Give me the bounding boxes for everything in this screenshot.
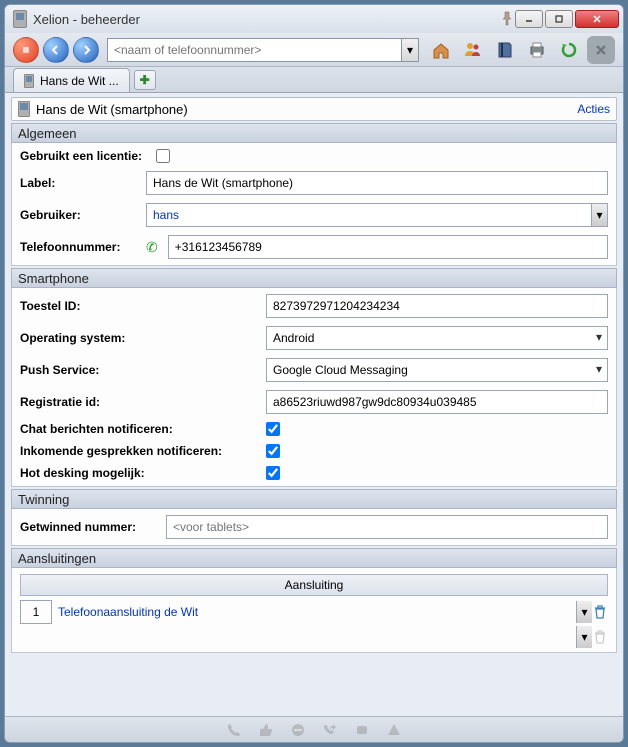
- push-label: Push Service:: [20, 363, 260, 377]
- record-icon: [354, 722, 370, 738]
- section-twinning-header: Twinning: [11, 489, 617, 509]
- minus-circle-icon: [290, 722, 306, 738]
- table-row-empty: ▾: [20, 628, 608, 646]
- aansluiting-column-header: Aansluiting: [20, 574, 608, 596]
- toolbar: ▾: [5, 33, 623, 67]
- row-number: 1: [20, 600, 52, 624]
- gebruiker-label: Gebruiker:: [20, 208, 140, 222]
- section-twinning: Getwinned nummer:: [11, 509, 617, 546]
- os-label: Operating system:: [20, 331, 260, 345]
- book-button[interactable]: [491, 36, 519, 64]
- maximize-button[interactable]: [545, 10, 573, 28]
- refresh-button[interactable]: [555, 36, 583, 64]
- stop-square-button[interactable]: [587, 36, 615, 64]
- chevron-down-icon[interactable]: ▾: [576, 601, 592, 623]
- tel-input[interactable]: [168, 235, 608, 259]
- gebruiker-combo[interactable]: hans ▾: [146, 203, 608, 227]
- app-window: Xelion - beheerder ▾ Hans de Wit ... ✚: [4, 4, 624, 743]
- window-title: Xelion - beheerder: [33, 12, 491, 27]
- tab-label: Hans de Wit ...: [40, 74, 119, 88]
- chevron-down-icon[interactable]: ▾: [576, 626, 592, 648]
- transfer-icon: [322, 722, 338, 738]
- page-header: Hans de Wit (smartphone) Acties: [11, 97, 617, 121]
- incoming-checkbox[interactable]: [266, 444, 280, 458]
- thumb-icon: [258, 722, 274, 738]
- search-dropdown-button[interactable]: ▾: [401, 38, 419, 62]
- label-label: Label:: [20, 176, 140, 190]
- content-area: Hans de Wit (smartphone) Acties Algemeen…: [5, 93, 623, 716]
- chevron-down-icon[interactable]: ▾: [591, 204, 607, 226]
- back-button[interactable]: [43, 37, 69, 63]
- section-aansluitingen: Aansluiting 1 Telefoonaansluiting de Wit…: [11, 568, 617, 653]
- twinning-input[interactable]: [166, 515, 608, 539]
- new-tab-button[interactable]: ✚: [134, 70, 156, 90]
- aansluiting-value: Telefoonaansluiting de Wit: [58, 605, 572, 619]
- phone-icon: [18, 101, 30, 117]
- phone-icon: [24, 74, 34, 88]
- reg-input[interactable]: [266, 390, 608, 414]
- close-button[interactable]: [575, 10, 619, 28]
- section-smartphone: Toestel ID: Operating system: Android Pu…: [11, 288, 617, 487]
- licentie-checkbox[interactable]: [156, 149, 170, 163]
- search-input[interactable]: [107, 38, 401, 62]
- actions-link[interactable]: Acties: [577, 102, 610, 116]
- incoming-label: Inkomende gesprekken notificeren:: [20, 444, 260, 458]
- pin-icon[interactable]: [499, 11, 515, 27]
- delete-row-button-disabled: [592, 629, 608, 645]
- delete-row-button[interactable]: [592, 604, 608, 620]
- tab-main[interactable]: Hans de Wit ...: [13, 68, 130, 92]
- gebruiker-value: hans: [153, 208, 587, 222]
- section-aansluitingen-header: Aansluitingen: [11, 548, 617, 568]
- stop-button[interactable]: [13, 37, 39, 63]
- label-input[interactable]: [146, 171, 608, 195]
- app-icon: [13, 10, 27, 28]
- toestel-label: Toestel ID:: [20, 299, 260, 313]
- hotdesk-label: Hot desking mogelijk:: [20, 466, 260, 480]
- section-algemeen: Gebruikt een licentie: Label: Gebruiker:…: [11, 143, 617, 266]
- tabstrip: Hans de Wit ... ✚: [5, 67, 623, 93]
- statusbar: [5, 716, 623, 742]
- users-button[interactable]: [459, 36, 487, 64]
- phone-green-icon: ✆: [146, 239, 158, 256]
- titlebar: Xelion - beheerder: [5, 5, 623, 33]
- aansluiting-empty-combo[interactable]: ▾: [58, 628, 586, 646]
- phone-icon: [226, 722, 242, 738]
- aansluiting-combo[interactable]: Telefoonaansluiting de Wit ▾: [58, 603, 586, 621]
- licentie-label: Gebruikt een licentie:: [20, 149, 150, 163]
- section-algemeen-header: Algemeen: [11, 123, 617, 143]
- twinning-label: Getwinned nummer:: [20, 520, 160, 534]
- push-select[interactable]: Google Cloud Messaging: [266, 358, 608, 382]
- hotdesk-checkbox[interactable]: [266, 466, 280, 480]
- tel-label: Telefoonnummer:: [20, 240, 140, 254]
- page-title: Hans de Wit (smartphone): [36, 102, 577, 117]
- toestel-input[interactable]: [266, 294, 608, 318]
- forward-button[interactable]: [73, 37, 99, 63]
- chat-label: Chat berichten notificeren:: [20, 422, 260, 436]
- print-button[interactable]: [523, 36, 551, 64]
- os-select[interactable]: Android: [266, 326, 608, 350]
- warning-icon: [386, 722, 402, 738]
- home-button[interactable]: [427, 36, 455, 64]
- reg-label: Registratie id:: [20, 395, 260, 409]
- table-row: 1 Telefoonaansluiting de Wit ▾: [20, 600, 608, 624]
- section-smartphone-header: Smartphone: [11, 268, 617, 288]
- minimize-button[interactable]: [515, 10, 543, 28]
- chat-checkbox[interactable]: [266, 422, 280, 436]
